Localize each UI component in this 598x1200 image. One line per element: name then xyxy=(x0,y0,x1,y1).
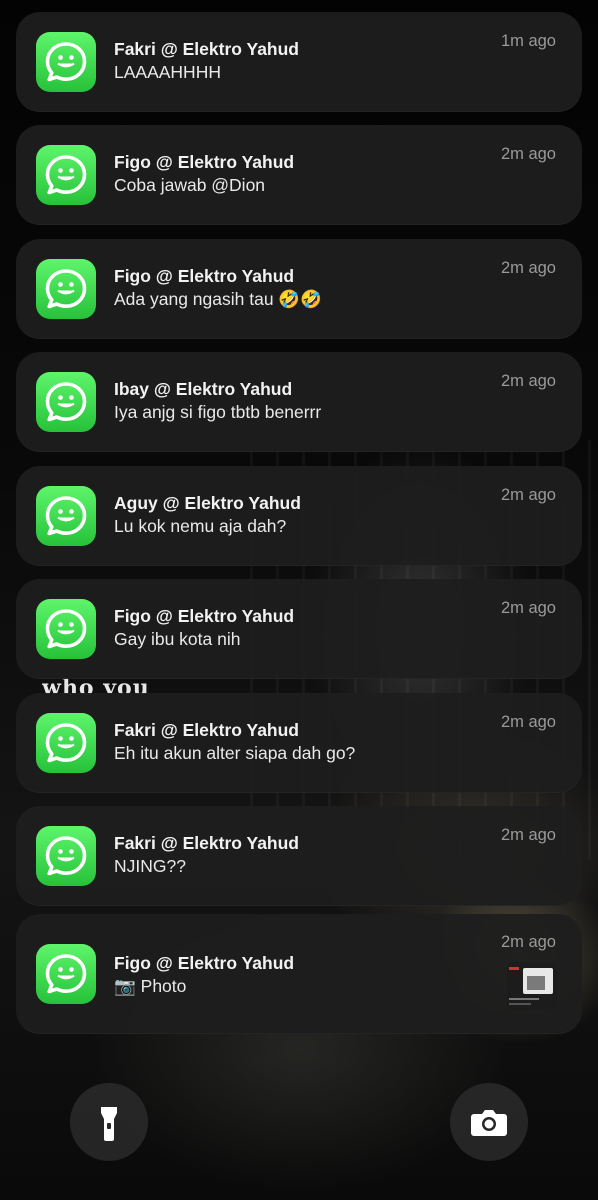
notification-title: Aguy @ Elektro Yahud xyxy=(114,493,301,513)
notification-message: Lu kok nemu aja dah? xyxy=(114,516,287,536)
notification-card[interactable]: Figo @ Elektro Yahud Ada yang ngasih tau… xyxy=(16,239,582,339)
notification-message: Coba jawab @Dion xyxy=(114,175,266,195)
flashlight-button[interactable] xyxy=(70,1083,148,1161)
camera-button[interactable] xyxy=(450,1083,528,1161)
chat-bubble-icon xyxy=(45,609,87,649)
notification-card[interactable]: Figo @ Elektro Yahud 📷 Photo 2m ago xyxy=(16,914,582,1034)
notification-card[interactable]: Figo @ Elektro Yahud Coba jawab @Dion 2m… xyxy=(16,125,582,225)
notification-title: Figo @ Elektro Yahud xyxy=(114,266,295,286)
whatsapp-app-icon xyxy=(36,32,96,92)
notification-message: Iya anjg si figo tbtb benerrr xyxy=(114,402,322,422)
chat-bubble-icon xyxy=(45,723,87,763)
whatsapp-app-icon xyxy=(36,372,96,432)
notification-time: 2m ago xyxy=(500,933,556,951)
notification-title: Ibay @ Elektro Yahud xyxy=(114,379,293,399)
notification-title: Fakri @ Elektro Yahud xyxy=(114,39,299,59)
notification-time: 2m ago xyxy=(500,372,556,390)
notification-message: 📷 Photo xyxy=(114,976,187,996)
notification-time: 1m ago xyxy=(500,32,556,50)
notification-time: 2m ago xyxy=(500,599,556,617)
chat-bubble-icon xyxy=(45,42,87,82)
whatsapp-app-icon xyxy=(36,599,96,659)
flashlight-icon xyxy=(101,1107,117,1141)
chat-bubble-icon xyxy=(45,836,87,876)
chat-bubble-icon xyxy=(45,155,87,195)
notification-time: 2m ago xyxy=(500,486,556,504)
whatsapp-app-icon xyxy=(36,145,96,205)
chat-bubble-icon xyxy=(45,382,87,422)
whatsapp-app-icon xyxy=(36,944,96,1004)
whatsapp-app-icon xyxy=(36,826,96,886)
notification-card[interactable]: Figo @ Elektro Yahud Gay ibu kota nih 2m… xyxy=(16,579,582,679)
notification-message: Gay ibu kota nih xyxy=(114,629,241,649)
camera-icon xyxy=(471,1110,507,1136)
notification-message: Eh itu akun alter siapa dah go? xyxy=(114,743,356,763)
notification-title: Fakri @ Elektro Yahud xyxy=(114,720,299,740)
notification-time: 2m ago xyxy=(500,259,556,277)
notification-time: 2m ago xyxy=(500,145,556,163)
photo-thumbnail xyxy=(507,962,557,1010)
chat-bubble-icon xyxy=(45,954,87,994)
whatsapp-app-icon xyxy=(36,486,96,546)
notification-card[interactable]: Fakri @ Elektro Yahud Eh itu akun alter … xyxy=(16,693,582,793)
notification-time: 2m ago xyxy=(500,826,556,844)
whatsapp-app-icon xyxy=(36,259,96,319)
notification-card[interactable]: Ibay @ Elektro Yahud Iya anjg si figo tb… xyxy=(16,352,582,452)
notification-message: NJING?? xyxy=(114,856,186,876)
notification-message: Ada yang ngasih tau 🤣🤣 xyxy=(114,289,323,309)
notification-card[interactable]: Aguy @ Elektro Yahud Lu kok nemu aja dah… xyxy=(16,466,582,566)
notification-title: Fakri @ Elektro Yahud xyxy=(114,833,299,853)
notification-time: 2m ago xyxy=(500,713,556,731)
notification-title: Figo @ Elektro Yahud xyxy=(114,152,295,172)
notification-card[interactable]: Fakri @ Elektro Yahud LAAAAHHHH 1m ago xyxy=(16,12,582,112)
notification-title: Figo @ Elektro Yahud xyxy=(114,606,295,626)
chat-bubble-icon xyxy=(45,269,87,309)
notification-message: LAAAAHHHH xyxy=(114,62,221,82)
notification-title: Figo @ Elektro Yahud xyxy=(114,953,295,973)
chat-bubble-icon xyxy=(45,496,87,536)
whatsapp-app-icon xyxy=(36,713,96,773)
notification-card[interactable]: Fakri @ Elektro Yahud NJING?? 2m ago xyxy=(16,806,582,906)
